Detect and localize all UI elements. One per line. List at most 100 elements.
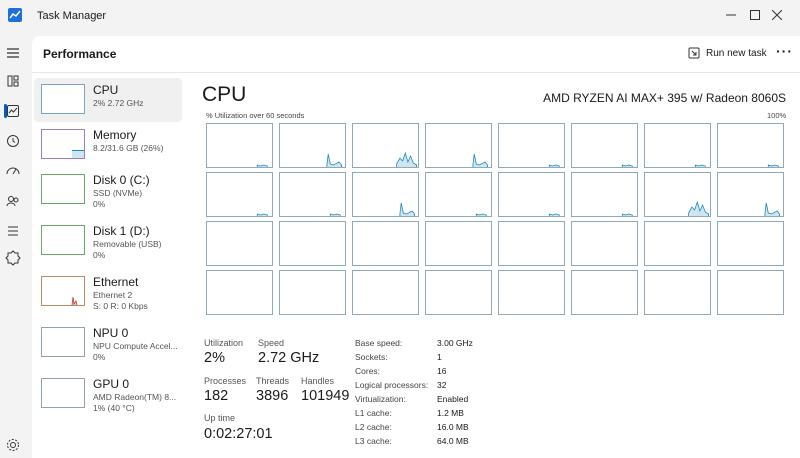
spec-value: 16.0 MB <box>437 422 469 432</box>
utilization-value: 2% <box>204 350 225 366</box>
device-gpu-0[interactable]: GPU 0 AMD Radeon(TM) 8... 1% (40 °C) <box>34 372 182 416</box>
nav-processes[interactable] <box>4 72 22 90</box>
details-icon <box>8 226 18 236</box>
core-graph-14 <box>644 172 711 217</box>
spec-label: Sockets: <box>355 352 388 362</box>
spec-value: 1 <box>437 352 442 362</box>
page-title: Performance <box>43 47 117 61</box>
run-new-task-button[interactable]: Run new task <box>688 44 767 62</box>
core-graph-26 <box>352 270 419 315</box>
handles-label: Handles <box>301 376 335 386</box>
task-manager-app-icon <box>8 8 22 22</box>
startup-icon <box>6 167 20 175</box>
performance-icon <box>7 105 19 117</box>
core-graph-29 <box>571 270 638 315</box>
spec-value: 1.2 MB <box>437 408 464 418</box>
core-graph-3 <box>425 123 492 168</box>
processes-value: 182 <box>204 388 229 404</box>
device-usage: 0% <box>93 250 106 260</box>
device-memory[interactable]: Memory 8.2/31.6 GB (26%) <box>34 123 182 167</box>
device-disk-1[interactable]: Disk 1 (D:) Removable (USB) 0% <box>34 219 182 263</box>
nav-startup-apps[interactable] <box>4 162 22 180</box>
spec-value: Enabled <box>437 394 469 404</box>
threads-value: 3896 <box>256 388 289 404</box>
cpu-thumbnail <box>41 84 85 114</box>
core-graph-0 <box>206 123 273 168</box>
device-name: GPU 0 <box>93 377 130 391</box>
core-graph-9 <box>279 172 346 217</box>
spec-label: Base speed: <box>355 338 403 348</box>
app-history-icon <box>7 135 19 147</box>
device-detail: AMD Radeon(TM) 8... <box>93 392 177 402</box>
spec-value: 16 <box>437 366 447 376</box>
spec-value: 3.00 GHz <box>437 338 473 348</box>
device-name: NPU 0 <box>93 326 129 340</box>
device-name: CPU <box>93 83 119 97</box>
threads-label: Threads <box>256 376 290 386</box>
nav-performance[interactable] <box>4 102 22 120</box>
header-divider <box>32 72 800 73</box>
disk0-thumbnail <box>41 174 85 204</box>
device-usage: S: 0 R: 0 Kbps <box>93 301 148 311</box>
navigation-rail <box>0 32 26 458</box>
device-ethernet[interactable]: Ethernet Ethernet 2 S: 0 R: 0 Kbps <box>34 270 182 314</box>
processes-icon <box>7 75 19 87</box>
speed-label: Speed <box>258 338 285 348</box>
device-npu-0[interactable]: NPU 0 NPU Compute Accel... 0% <box>34 321 182 365</box>
core-graph-23 <box>717 221 784 266</box>
core-graph-5 <box>571 123 638 168</box>
nav-users[interactable] <box>4 192 22 210</box>
device-detail: Removable (USB) <box>93 239 162 249</box>
hamburger-menu-button[interactable] <box>4 44 22 62</box>
core-graph-27 <box>425 270 492 315</box>
more-options-button[interactable]: ··· <box>776 44 793 58</box>
hamburger-icon <box>7 48 19 58</box>
device-detail: 8.2/31.6 GB (26%) <box>93 143 164 153</box>
device-disk-0[interactable]: Disk 0 (C:) SSD (NVMe) 0% <box>34 168 182 212</box>
core-graph-13 <box>571 172 638 217</box>
nav-services[interactable] <box>4 248 22 266</box>
spec-label: L2 cache: <box>355 422 392 432</box>
run-new-task-label: Run new task <box>706 47 767 59</box>
memory-usage-fill <box>72 150 84 158</box>
core-graph-21 <box>571 221 638 266</box>
core-graph-16 <box>206 221 273 266</box>
settings-icon <box>7 439 19 451</box>
handles-value: 101949 <box>301 388 350 404</box>
spec-value: 64.0 MB <box>437 436 469 446</box>
npu-thumbnail <box>41 327 85 357</box>
spec-value: 32 <box>437 380 447 390</box>
core-graph-31 <box>717 270 784 315</box>
core-graph-4 <box>498 123 565 168</box>
device-name: Disk 1 (D:) <box>93 224 150 238</box>
device-cpu[interactable]: CPU 2% 2.72 GHz <box>34 78 182 122</box>
resource-title: CPU <box>202 83 247 106</box>
core-graph-10 <box>352 172 419 217</box>
graph-caption: % Utilization over 60 seconds <box>206 111 305 120</box>
close-button[interactable] <box>754 0 800 32</box>
core-graph-17 <box>279 221 346 266</box>
nav-settings[interactable] <box>4 436 22 454</box>
core-graph-12 <box>498 172 565 217</box>
core-graph-8 <box>206 172 273 217</box>
graph-max-label: 100% <box>767 111 787 120</box>
core-graph-25 <box>279 270 346 315</box>
uptime-value: 0:02:27:01 <box>204 426 273 442</box>
core-graph-2 <box>352 123 419 168</box>
device-detail: 2% 2.72 GHz <box>93 98 144 108</box>
device-detail: SSD (NVMe) <box>93 188 143 198</box>
spec-label: Virtualization: <box>355 394 406 404</box>
core-graph-18 <box>352 221 419 266</box>
disk1-thumbnail <box>41 225 85 255</box>
core-graph-1 <box>279 123 346 168</box>
cpu-model-name: AMD RYZEN AI MAX+ 395 w/ Radeon 8060S <box>543 91 786 105</box>
core-graph-30 <box>644 270 711 315</box>
window-title: Task Manager <box>37 10 107 22</box>
device-usage: 0% <box>93 352 106 362</box>
close-icon <box>771 9 783 21</box>
device-detail: NPU Compute Accel... <box>93 341 178 351</box>
core-graph-20 <box>498 221 565 266</box>
nav-app-history[interactable] <box>4 132 22 150</box>
nav-details[interactable] <box>4 222 22 240</box>
core-graph-24 <box>206 270 273 315</box>
